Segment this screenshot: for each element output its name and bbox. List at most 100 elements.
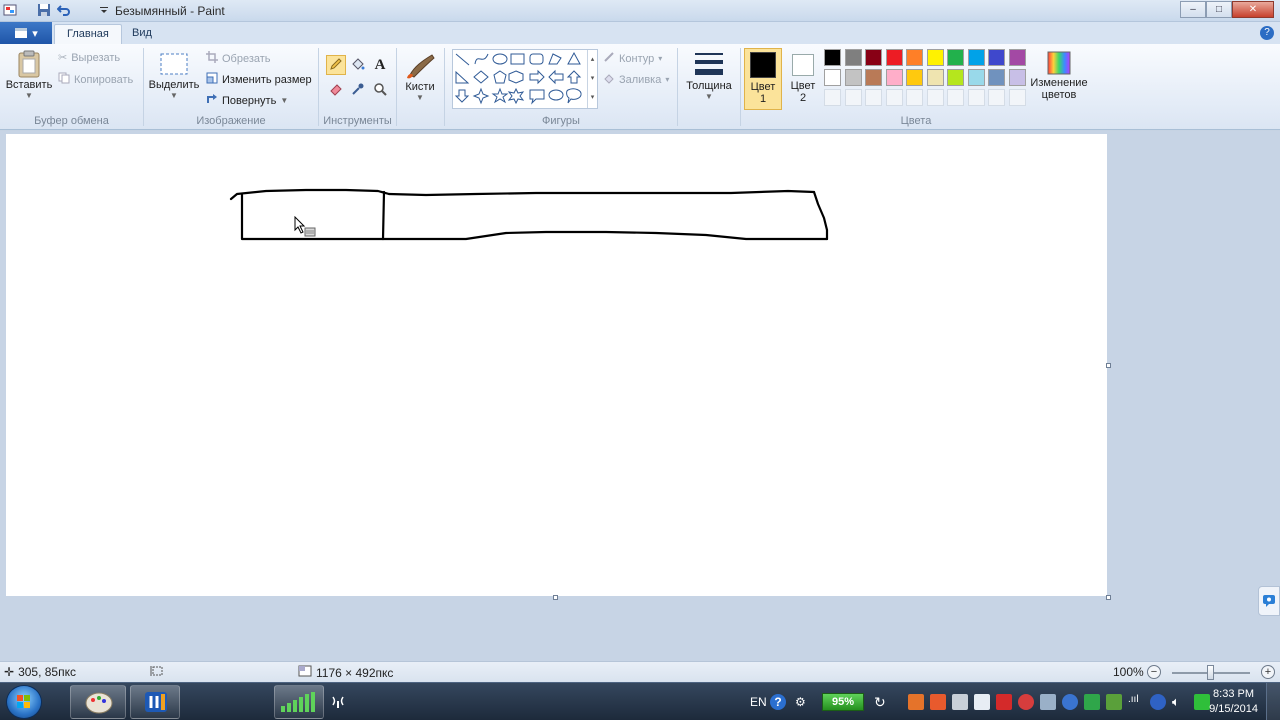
settings-tray-icon[interactable]: ⚙ (795, 683, 806, 720)
zoom-slider-thumb[interactable] (1207, 665, 1214, 680)
tray-app-icon[interactable] (1084, 694, 1100, 710)
magnifier-tool[interactable] (370, 80, 390, 100)
clock-time: 8:33 PM (1213, 688, 1255, 700)
clock[interactable]: 8:33 PM 9/15/2014 (1209, 687, 1258, 717)
paint-app-icon[interactable] (2, 2, 18, 18)
palette-color[interactable] (906, 69, 923, 86)
custom-color-slot[interactable] (967, 89, 985, 106)
resize-button[interactable]: Изменить размер (206, 72, 312, 87)
close-button[interactable]: ✕ (1232, 1, 1274, 18)
tray-app-icon[interactable] (1150, 694, 1166, 710)
tab-view[interactable]: Вид (120, 24, 164, 44)
palette-color[interactable] (844, 49, 862, 66)
copy-button[interactable]: Копировать (58, 72, 133, 87)
palette-color[interactable] (947, 49, 964, 66)
brushes-button[interactable]: Кисти ▼ (401, 49, 439, 102)
palette-color[interactable] (988, 69, 1005, 86)
taskbar-app[interactable] (130, 685, 180, 719)
palette-color[interactable] (885, 49, 903, 66)
paint-menu-button[interactable]: ▾ (0, 22, 52, 44)
fill-tool[interactable] (348, 55, 368, 75)
tray-app-icon[interactable] (1062, 694, 1078, 710)
eraser-tool[interactable] (326, 80, 346, 100)
custom-color-slot[interactable] (885, 89, 903, 106)
palette-color[interactable] (967, 69, 985, 86)
tab-home[interactable]: Главная (54, 24, 122, 44)
zoom-out-button[interactable]: − (1147, 665, 1161, 679)
undo-icon[interactable] (56, 2, 72, 18)
start-button[interactable] (6, 685, 42, 719)
palette-color[interactable] (926, 69, 944, 86)
canvas-resize-handle-bottom[interactable] (553, 595, 558, 600)
tools-group: A Инструменты (319, 44, 396, 130)
palette-color[interactable] (947, 69, 964, 86)
color-picker-tool[interactable] (348, 80, 368, 100)
palette-color[interactable] (865, 69, 882, 86)
wireless-icon[interactable] (330, 683, 346, 720)
custom-color-slot[interactable] (988, 89, 1005, 106)
paste-button[interactable]: Вставить ▼ (6, 49, 52, 100)
cut-button[interactable]: ✂ Вырезать (58, 51, 120, 65)
rotate-button[interactable]: Повернуть ▼ (206, 93, 288, 108)
palette-color[interactable] (967, 49, 985, 66)
tray-app-icon[interactable] (952, 694, 968, 710)
text-tool[interactable]: A (370, 55, 390, 75)
save-icon[interactable] (36, 2, 52, 18)
palette-color[interactable] (865, 49, 882, 66)
edit-colors-button[interactable]: Изменение цветов (1029, 49, 1089, 101)
palette-color[interactable] (885, 69, 903, 86)
palette-color[interactable] (1008, 49, 1026, 66)
size-label: Толщина (686, 80, 732, 92)
palette-color[interactable] (824, 49, 841, 66)
select-button[interactable]: Выделить ▼ (148, 49, 200, 100)
outline-button[interactable]: Контур ▾ (603, 51, 662, 66)
minimize-button[interactable]: – (1180, 1, 1206, 18)
pencil-tool[interactable] (326, 55, 346, 75)
tray-app-icon[interactable] (930, 694, 946, 710)
sync-tray-icon[interactable]: ↻ (874, 683, 886, 720)
help-tray-icon[interactable]: ? (770, 683, 786, 720)
size-button[interactable]: Толщина ▼ (684, 50, 734, 101)
maximize-button[interactable]: □ (1206, 1, 1232, 18)
palette-color[interactable] (926, 49, 944, 66)
zoom-in-button[interactable]: + (1261, 665, 1275, 679)
custom-color-slot[interactable] (906, 89, 923, 106)
custom-color-slot[interactable] (844, 89, 862, 106)
custom-color-slot[interactable] (865, 89, 882, 106)
palette-color[interactable] (1008, 69, 1026, 86)
language-indicator[interactable]: EN (750, 683, 767, 720)
taskbar-paint[interactable] (70, 685, 126, 719)
palette-color[interactable] (844, 69, 862, 86)
crop-button[interactable]: Обрезать (206, 51, 271, 66)
tray-app-icon[interactable] (974, 694, 990, 710)
custom-color-slot[interactable] (824, 89, 841, 106)
shapes-scroll[interactable]: ▴ ▾ ▾ (587, 50, 597, 108)
color1-button[interactable]: Цвет 1 (744, 48, 782, 110)
tray-app-icon[interactable] (1040, 694, 1056, 710)
signal-tray-icon[interactable]: .ııl (1128, 694, 1144, 710)
text-icon: A (374, 56, 386, 73)
color2-button[interactable]: Цвет 2 (785, 48, 821, 104)
taskbar-network-meter[interactable] (274, 685, 324, 719)
customize-qat-icon[interactable] (96, 2, 112, 18)
palette-color[interactable] (824, 69, 841, 86)
tray-app-icon[interactable] (1018, 694, 1034, 710)
show-desktop-button[interactable] (1266, 683, 1280, 720)
battery-indicator[interactable]: 95% (822, 693, 864, 711)
volume-icon[interactable]: 🔈︎ (1172, 694, 1188, 710)
tray-app-icon[interactable] (1194, 694, 1210, 710)
tray-app-icon[interactable] (1106, 694, 1122, 710)
drawing-canvas[interactable] (6, 134, 1107, 596)
palette-color[interactable] (906, 49, 923, 66)
help-icon[interactable]: ? (1260, 26, 1274, 40)
side-widget[interactable] (1258, 586, 1280, 616)
custom-color-slot[interactable] (1008, 89, 1026, 106)
canvas-resize-handle-corner[interactable] (1106, 595, 1111, 600)
fill-button[interactable]: Заливка ▾ (603, 72, 669, 87)
custom-color-slot[interactable] (947, 89, 964, 106)
tray-app-icon[interactable] (908, 694, 924, 710)
custom-color-slot[interactable] (926, 89, 944, 106)
palette-color[interactable] (988, 49, 1005, 66)
canvas-resize-handle-right[interactable] (1106, 363, 1111, 368)
tray-app-icon[interactable] (996, 694, 1012, 710)
